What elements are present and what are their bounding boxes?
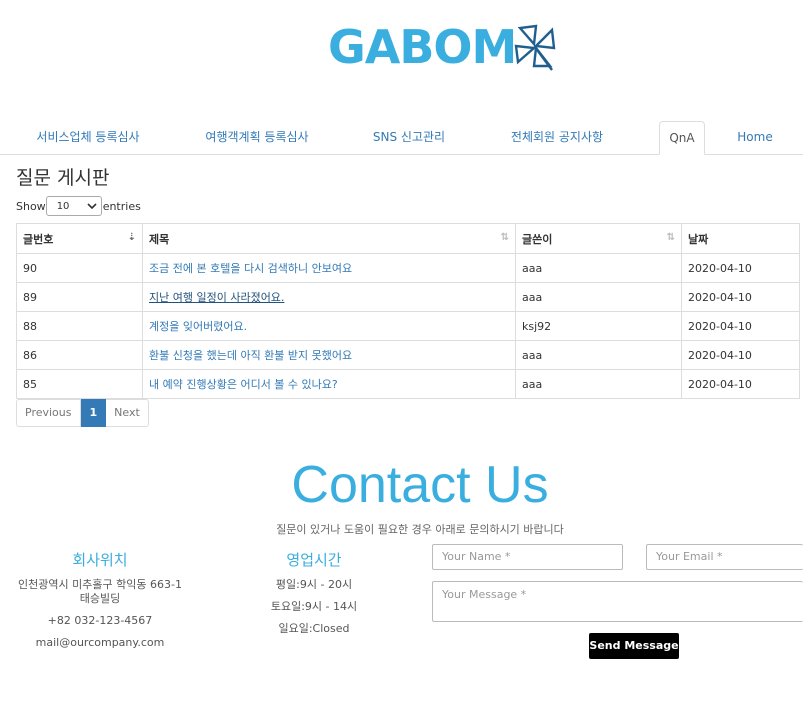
page-length-value: 10 [56,200,70,212]
page-length-select[interactable]: 10 [45,196,102,216]
page-1-button[interactable]: 1 [80,399,107,427]
table-row: 86 환불 신청을 했는데 아직 환불 받지 못했어요 aaa 2020-04-… [16,340,800,370]
post-title-link[interactable]: 환불 신청을 했는데 아직 환불 받지 못했어요 [142,340,516,370]
tab-home[interactable]: Home [724,121,786,153]
sort-icon: ⇅ [666,232,675,243]
hours-saturday: 토요일:9시 - 14시 [270,600,358,613]
cell-date: 2020-04-10 [681,253,800,283]
cell-no: 85 [16,369,143,399]
cell-no: 88 [16,311,143,341]
cell-author: aaa [515,340,682,370]
message-field[interactable]: Your Message * [432,581,803,622]
hours-weekday: 평일:9시 - 20시 [275,578,353,591]
qna-table: 글번호 ⇣ 제목 ⇅ 글쓴이 ⇅ 날짜 90 조금 전에 본 호텔을 다시 검색… [16,223,800,399]
sort-icon: ⇅ [500,232,509,243]
cell-date: 2020-04-10 [681,369,800,399]
pinwheel-icon [514,24,556,71]
cell-author: aaa [515,369,682,399]
post-title-link[interactable]: 내 예약 진행상황은 어디서 볼 수 있나요? [142,369,516,399]
page-title: 질문 게시판 [16,167,110,189]
column-header-title[interactable]: 제목 ⇅ [142,223,516,254]
company-phone: +82 032-123-4567 [47,614,153,627]
hours-heading: 영업시간 [286,551,342,569]
show-label: Show [16,199,46,213]
table-row: 88 계정을 잊어버렸어요. ksj92 2020-04-10 [16,311,800,341]
cell-date: 2020-04-10 [681,340,800,370]
contact-subtitle: 질문이 있거나 도움이 필요한 경우 아래로 문의하시기 바랍니다 [276,523,564,536]
company-address: 인천광역시 미추홀구 학익동 663-1 태승빌딩 [18,578,182,605]
location-heading: 회사위치 [72,551,128,569]
cell-author: aaa [515,282,682,312]
column-header-no[interactable]: 글번호 ⇣ [16,223,143,254]
tab-sns-report[interactable]: SNS 신고관리 [360,121,458,153]
column-header-author[interactable]: 글쓴이 ⇅ [515,223,682,254]
site-logo[interactable]: GABOM [328,22,558,72]
tab-travel-plan-review[interactable]: 여행객계획 등록심사 [190,121,324,153]
table-row: 85 내 예약 진행상황은 어디서 볼 수 있나요? aaa 2020-04-1… [16,369,800,399]
cell-author: ksj92 [515,311,682,341]
cell-date: 2020-04-10 [681,282,800,312]
hours-sunday: 일요일:Closed [278,622,350,635]
entries-label: entries [102,199,141,213]
page-length-control: Show 10 entries [16,196,141,216]
column-header-date[interactable]: 날짜 [681,223,800,254]
company-email: mail@ourcompany.com [35,636,165,649]
table-row: 89 지난 여행 일정이 사라졌어요. aaa 2020-04-10 [16,282,800,312]
send-message-button[interactable]: Send Message [589,633,679,659]
email-field[interactable]: Your Email * [646,544,803,570]
sort-desc-icon: ⇣ [127,232,136,243]
next-page-button[interactable]: Next [106,399,149,427]
chevron-down-icon [87,203,97,209]
table-header-row: 글번호 ⇣ 제목 ⇅ 글쓴이 ⇅ 날짜 [16,223,800,254]
business-hours: 영업시간 평일:9시 - 20시 토요일:9시 - 14시 일요일:Closed [244,549,384,644]
admin-tabs: 서비스업체 등록심사 여행객계획 등록심사 SNS 신고관리 전체회원 공지사항… [0,121,803,155]
tab-member-notice[interactable]: 전체회원 공지사항 [496,121,618,153]
cell-author: aaa [515,253,682,283]
cell-no: 90 [16,253,143,283]
tab-qna[interactable]: QnA [659,121,705,155]
cell-date: 2020-04-10 [681,311,800,341]
post-title-link[interactable]: 지난 여행 일정이 사라졌어요. [142,282,516,312]
previous-page-button[interactable]: Previous [16,399,81,427]
post-title-link[interactable]: 조금 전에 본 호텔을 다시 검색하니 안보여요 [142,253,516,283]
cell-no: 86 [16,340,143,370]
logo-text: GABOM [328,20,517,74]
table-row: 90 조금 전에 본 호텔을 다시 검색하니 안보여요 aaa 2020-04-… [16,253,800,283]
pagination: Previous 1 Next [16,399,149,427]
cell-no: 89 [16,282,143,312]
company-location: 회사위치 인천광역시 미추홀구 학익동 663-1 태승빌딩 +82 032-1… [14,549,186,658]
name-field[interactable]: Your Name * [432,544,623,570]
tab-service-review[interactable]: 서비스업체 등록심사 [20,121,156,153]
post-title-link[interactable]: 계정을 잊어버렸어요. [142,311,516,341]
contact-title: Contact Us [291,456,549,514]
